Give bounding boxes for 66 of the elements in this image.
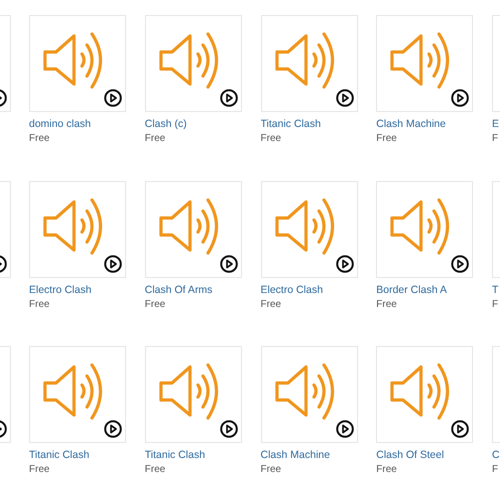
sound-title-link[interactable]: Electro Clash bbox=[260, 284, 323, 296]
price-label: Free bbox=[29, 464, 50, 475]
price-label: Free bbox=[29, 133, 50, 144]
speaker-icon bbox=[274, 30, 336, 90]
play-icon[interactable] bbox=[104, 420, 122, 438]
price-label: Free bbox=[260, 464, 282, 475]
play-icon[interactable] bbox=[336, 254, 354, 272]
speaker-icon bbox=[389, 196, 452, 256]
speaker-icon bbox=[158, 196, 220, 256]
sound-tile[interactable] bbox=[260, 180, 358, 278]
speaker-icon bbox=[42, 361, 104, 421]
price-label: Free bbox=[144, 464, 166, 475]
sound-title-link[interactable]: E bbox=[492, 118, 500, 130]
play-icon[interactable] bbox=[336, 89, 354, 107]
speaker-icon bbox=[389, 361, 452, 421]
play-icon[interactable] bbox=[220, 89, 238, 107]
sound-tile[interactable] bbox=[376, 346, 474, 443]
price-label: Free bbox=[260, 133, 282, 144]
speaker-icon bbox=[389, 30, 452, 90]
sound-tile[interactable] bbox=[376, 180, 474, 278]
sound-title-link[interactable]: Titanic Clash bbox=[144, 449, 206, 461]
play-icon[interactable] bbox=[104, 254, 122, 272]
sound-title-link[interactable]: T bbox=[492, 284, 498, 296]
sound-tile[interactable] bbox=[144, 15, 242, 112]
sound-tile[interactable] bbox=[260, 346, 358, 443]
sound-title-link[interactable]: Border Clash A bbox=[376, 284, 447, 296]
play-icon[interactable] bbox=[220, 420, 238, 438]
speaker-icon bbox=[274, 361, 336, 421]
sound-title-link[interactable]: Titanic Clash bbox=[29, 449, 90, 461]
sound-title-link[interactable]: Clash Of Steel bbox=[376, 449, 444, 461]
price-label: F bbox=[492, 464, 498, 475]
sound-title-link[interactable]: Clash Machine bbox=[260, 449, 330, 461]
sound-title-link[interactable]: Titanic Clash bbox=[260, 118, 321, 130]
sound-tile[interactable] bbox=[29, 180, 126, 278]
play-icon[interactable] bbox=[220, 254, 238, 272]
sound-title-link[interactable]: domino clash bbox=[29, 118, 91, 130]
speaker-icon bbox=[158, 30, 220, 90]
speaker-icon bbox=[42, 30, 104, 90]
sound-title-link[interactable]: Clash (c) bbox=[144, 118, 187, 130]
price-label: Free bbox=[29, 298, 50, 310]
sound-title-link[interactable]: Clash Machine bbox=[376, 118, 446, 130]
price-label: Free bbox=[144, 133, 166, 144]
play-icon[interactable] bbox=[104, 89, 122, 107]
price-label: F bbox=[492, 133, 498, 144]
sound-tile[interactable] bbox=[144, 180, 242, 278]
sound-title-link[interactable]: Clash Of Arms bbox=[144, 284, 212, 296]
price-label: Free bbox=[376, 464, 397, 475]
play-icon[interactable] bbox=[451, 420, 470, 438]
sound-tile[interactable] bbox=[260, 15, 358, 112]
price-label: F bbox=[492, 298, 498, 310]
speaker-icon bbox=[158, 361, 220, 421]
speaker-icon bbox=[42, 196, 104, 256]
sound-tile[interactable] bbox=[376, 15, 474, 112]
sound-title-link[interactable]: C bbox=[492, 449, 500, 461]
sound-title-link[interactable]: Electro Clash bbox=[29, 284, 92, 296]
sound-tile[interactable] bbox=[29, 346, 126, 443]
price-label: Free bbox=[144, 298, 166, 310]
play-icon[interactable] bbox=[451, 254, 470, 272]
price-label: Free bbox=[260, 298, 282, 310]
price-label: Free bbox=[376, 298, 397, 310]
play-icon[interactable] bbox=[451, 89, 470, 107]
play-icon[interactable] bbox=[336, 420, 354, 438]
price-label: Free bbox=[376, 133, 397, 144]
speaker-icon bbox=[274, 196, 336, 256]
sound-tile[interactable] bbox=[29, 15, 126, 112]
sound-tile[interactable] bbox=[144, 346, 242, 443]
